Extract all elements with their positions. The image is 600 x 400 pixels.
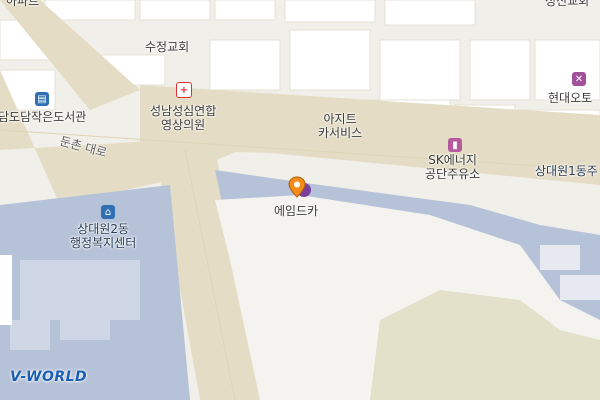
wrench-icon[interactable]: ✕ [572,72,586,86]
label-community-center-left: 상대원2동 행정복지센터 [70,222,137,250]
label-gas-station: SK에너지 공단주유소 [425,153,481,181]
map-canvas[interactable]: 아파트 성신교회 수정교회 + 성남성심연합 영상의원 ▤ 담도담작은도서관 아… [0,0,600,400]
label-apartment: 아파트 [6,0,40,8]
home-icon[interactable]: ⌂ [101,205,115,219]
label-sujeong-church: 수정교회 [145,40,190,54]
label-auto: 현대오토 [548,91,593,105]
hospital-cross-icon[interactable]: + [176,82,192,98]
label-library: 담도담작은도서관 [0,110,87,124]
map-pin-icon[interactable] [287,175,313,201]
gas-station-icon[interactable]: ▮ [448,138,462,152]
label-selected-place: 에임드카 [274,204,319,218]
v-world-logo: V-WORLD [10,369,88,385]
library-icon[interactable]: ▤ [35,92,49,106]
label-church-top-right: 성신교회 [545,0,590,8]
label-community-center-right: 상대원1동주 [535,164,598,178]
label-garage: 아지트 카서비스 [318,112,363,140]
label-clinic: 성남성심연합 영상의원 [150,104,217,132]
